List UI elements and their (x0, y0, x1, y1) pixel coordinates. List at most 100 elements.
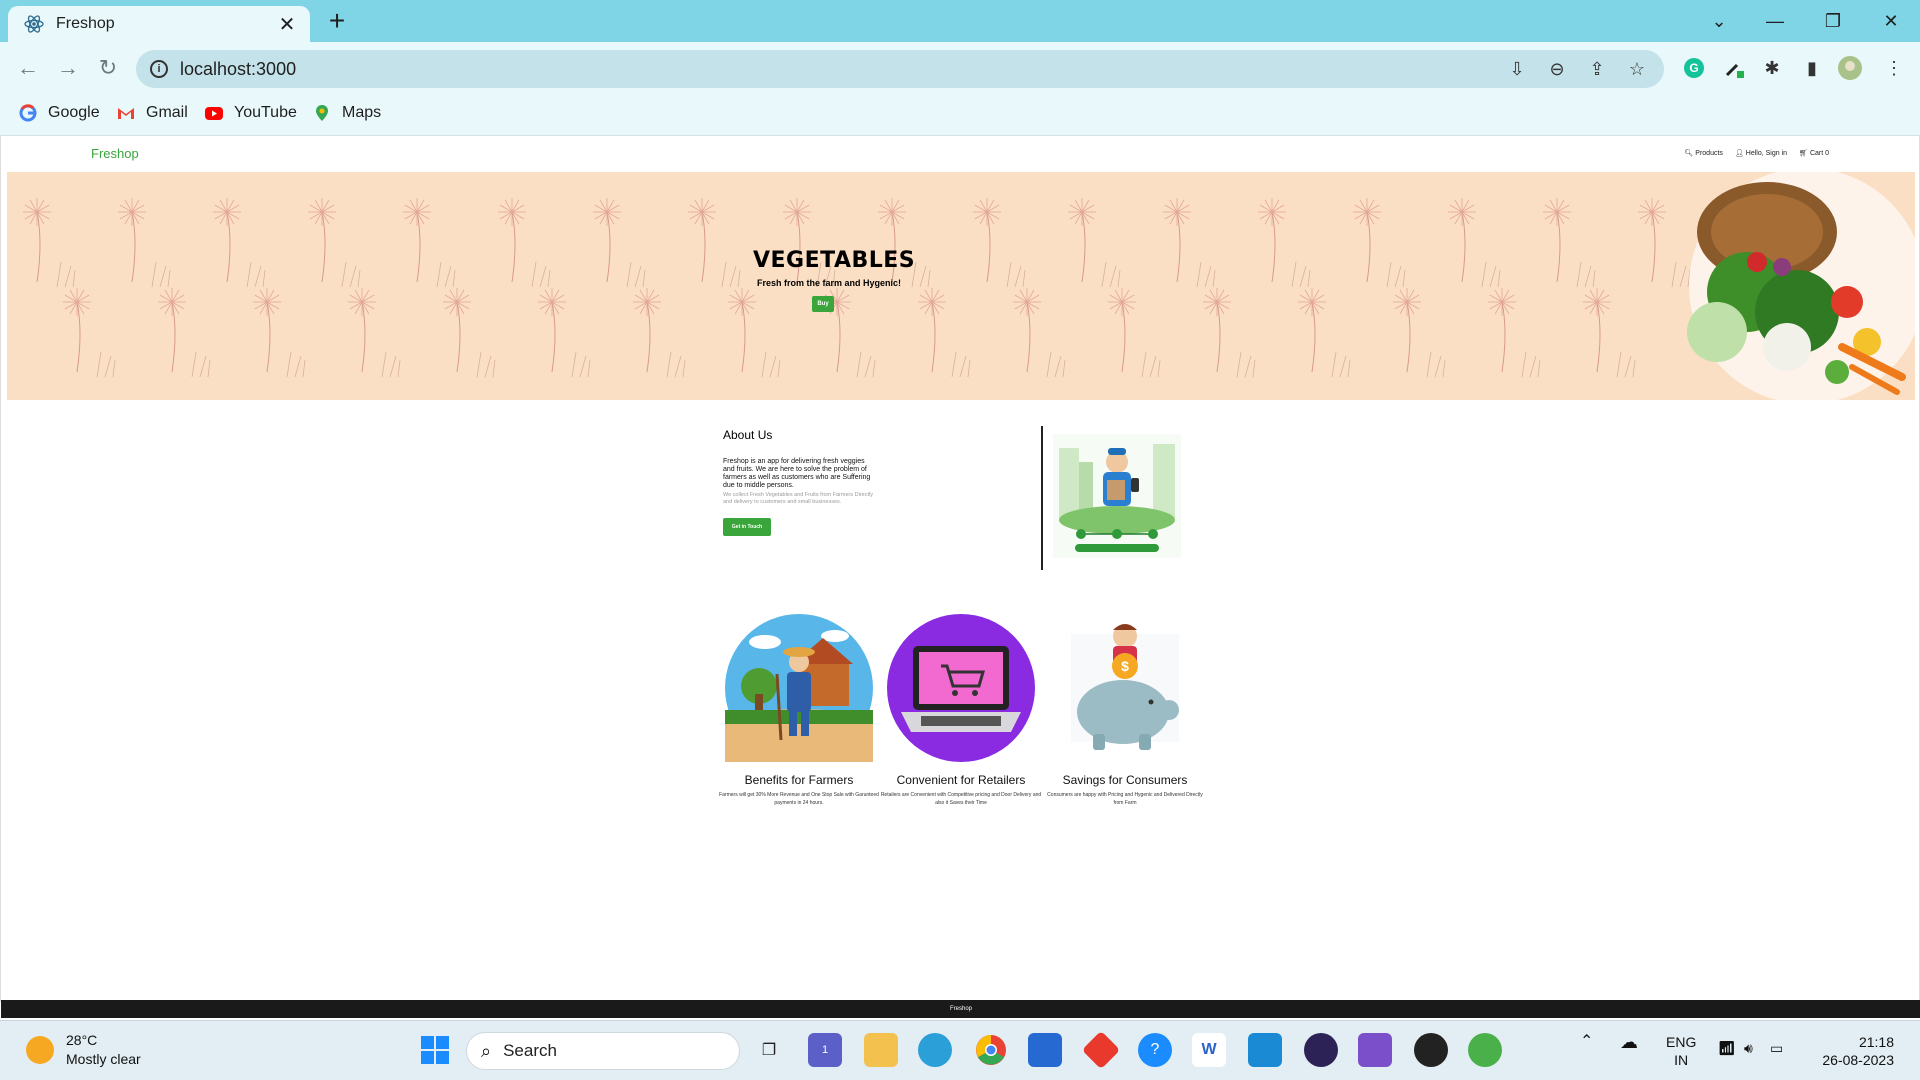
taskbar-search-input[interactable]: ⌕ Search (466, 1032, 740, 1070)
close-window-button[interactable]: ✕ (1868, 0, 1914, 42)
task-view-icon[interactable]: ❐ (752, 1033, 786, 1067)
browser-tab[interactable]: Freshop ✕ (8, 6, 310, 42)
dandelion-decoration (1013, 288, 1066, 378)
dandelion-decoration (1448, 198, 1501, 288)
hero-banner: VEGETABLES Fresh from the farm and Hygen… (7, 172, 1915, 400)
weather-temp: 28°C (66, 1032, 98, 1048)
dandelion-decoration (1298, 288, 1351, 378)
svg-text:G: G (1689, 61, 1698, 75)
share-icon[interactable]: ⇪ (1584, 56, 1610, 82)
dandelion-decoration (1488, 288, 1541, 378)
help-icon[interactable]: ? (1138, 1033, 1172, 1067)
bookmark-label: Google (48, 104, 100, 121)
bookmark-maps[interactable]: Maps (312, 103, 381, 123)
bookmark-star-icon[interactable]: ☆ (1624, 56, 1650, 82)
brand-link[interactable]: Freshop (91, 146, 139, 161)
git-icon[interactable] (1081, 1030, 1121, 1070)
dandelion-decoration (348, 288, 401, 378)
dandelion-decoration (1353, 198, 1406, 288)
address-bar[interactable]: i localhost:3000 ⇩ ⊖ ⇪ ☆ (136, 50, 1664, 88)
dandelion-decoration (308, 198, 361, 288)
edge-icon[interactable] (918, 1033, 952, 1067)
visual-studio-icon[interactable] (1358, 1033, 1392, 1067)
restore-button[interactable]: ❐ (1810, 0, 1856, 42)
file-explorer-icon[interactable] (864, 1033, 898, 1067)
spring-tool-icon[interactable] (1468, 1033, 1502, 1067)
bookmark-label: YouTube (234, 104, 297, 121)
dandelion-decoration (688, 198, 741, 288)
dandelion-decoration (593, 198, 646, 288)
buy-button[interactable]: Buy (812, 296, 834, 312)
dandelion-decoration (1543, 198, 1596, 288)
weather-desc: Mostly clear (66, 1051, 141, 1067)
side-panel-icon[interactable]: ▮ (1798, 54, 1826, 82)
dandelion-decoration (158, 288, 211, 378)
reload-icon[interactable]: ↻ (92, 52, 124, 84)
back-icon[interactable]: ← (12, 52, 44, 84)
zoom-icon[interactable]: ⊖ (1544, 56, 1570, 82)
tab-search-icon[interactable]: ⌄ (1696, 0, 1742, 42)
minimize-button[interactable]: — (1752, 0, 1798, 42)
battery-icon[interactable]: ▭ (1770, 1039, 1783, 1057)
about-paragraph: Freshop is an app for delivering fresh v… (723, 458, 871, 489)
clock-time: 21:18 (1858, 1034, 1894, 1050)
site-info-icon[interactable]: i (150, 60, 168, 78)
dandelion-decoration (538, 288, 591, 378)
forward-icon[interactable]: → (52, 52, 84, 84)
bookmark-google[interactable]: Google (18, 103, 100, 123)
windows-taskbar: 28°C Mostly clear ⌕ Search ❐ 1 ? W ⌃ ☁ E… (0, 1020, 1920, 1080)
url-text[interactable]: localhost:3000 (180, 59, 296, 80)
bookmark-youtube[interactable]: YouTube (204, 103, 297, 123)
word-icon[interactable]: W (1192, 1033, 1226, 1067)
dandelion-decoration (403, 198, 456, 288)
install-app-icon[interactable]: ⇩ (1504, 56, 1530, 82)
nav-cart-label: Cart 0 (1809, 149, 1829, 157)
gmail-icon (118, 108, 134, 119)
volume-icon[interactable]: 🔊︎ (1744, 1039, 1753, 1057)
cart-icon: 🛒︎ (1799, 150, 1808, 157)
feature-description: Farmers will get 30% More Revenue and On… (719, 792, 879, 806)
nav-products[interactable]: 🔍︎ Products (1684, 149, 1723, 158)
weather-widget[interactable]: 28°C Mostly clear (26, 1031, 141, 1069)
chat-badge: 1 (821, 1044, 829, 1056)
search-icon: 🔍︎ (1684, 150, 1694, 157)
teams-chat-icon[interactable]: 1 (808, 1033, 842, 1067)
start-windows-icon[interactable] (418, 1033, 452, 1067)
svg-text:$: $ (1121, 658, 1129, 674)
close-tab-icon[interactable]: ✕ (276, 12, 298, 37)
wifi-icon[interactable]: 📶︎ (1718, 1039, 1736, 1057)
vegetable-basket-image (1687, 172, 1915, 400)
grammarly-icon[interactable]: G (1680, 54, 1708, 82)
nav-signin[interactable]: 👤︎ Hello, Sign in (1735, 149, 1787, 158)
about-secondary-paragraph: We collect Fresh Vegetables and Fruits f… (723, 492, 873, 505)
dandelion-decoration (633, 288, 686, 378)
feature-card-farmers: Benefits for Farmers Farmers will get 30… (717, 614, 881, 807)
clock[interactable]: 21:18 26-08-2023 (1814, 1033, 1894, 1069)
show-hidden-icons[interactable]: ⌃ (1580, 1033, 1593, 1051)
github-desktop-icon[interactable] (1414, 1033, 1448, 1067)
lang-top: ENG (1666, 1034, 1697, 1050)
language-indicator[interactable]: ENG IN (1666, 1033, 1696, 1069)
dandelion-decoration (1258, 198, 1311, 288)
onedrive-icon[interactable]: ☁ (1620, 1033, 1638, 1051)
dandelion-decoration (443, 288, 496, 378)
profile-avatar[interactable] (1836, 54, 1864, 82)
browser-toolbar: ← → ↻ i localhost:3000 ⇩ ⊖ ⇪ ☆ (0, 42, 1920, 94)
nav-cart[interactable]: 🛒︎ Cart 0 (1799, 149, 1829, 158)
microsoft-store-icon[interactable] (1028, 1033, 1062, 1067)
menu-kebab-icon[interactable]: ⋮ (1880, 54, 1908, 82)
feature-title: Savings for Consumers (1062, 773, 1188, 787)
weather-moon-icon (26, 1036, 54, 1064)
extensions-puzzle-icon[interactable]: ✱ (1758, 54, 1786, 82)
new-tab-button[interactable]: + (322, 7, 352, 38)
bookmark-gmail[interactable]: Gmail (116, 103, 188, 123)
chrome-icon[interactable] (974, 1033, 1008, 1067)
eyedropper-extension-icon[interactable] (1720, 54, 1748, 82)
piggy-bank-illustration: $ (1071, 624, 1179, 750)
get-in-touch-button[interactable]: Get in Touch (723, 518, 771, 536)
delivery-man-image (1053, 434, 1181, 558)
page-viewport: Freshop 🔍︎ Products 👤︎ Hello, Sign in 🛒︎ Ca… (0, 136, 1920, 1018)
lang-bottom: IN (1674, 1052, 1689, 1068)
vscode-icon[interactable] (1248, 1033, 1282, 1067)
eclipse-icon[interactable] (1304, 1033, 1338, 1067)
